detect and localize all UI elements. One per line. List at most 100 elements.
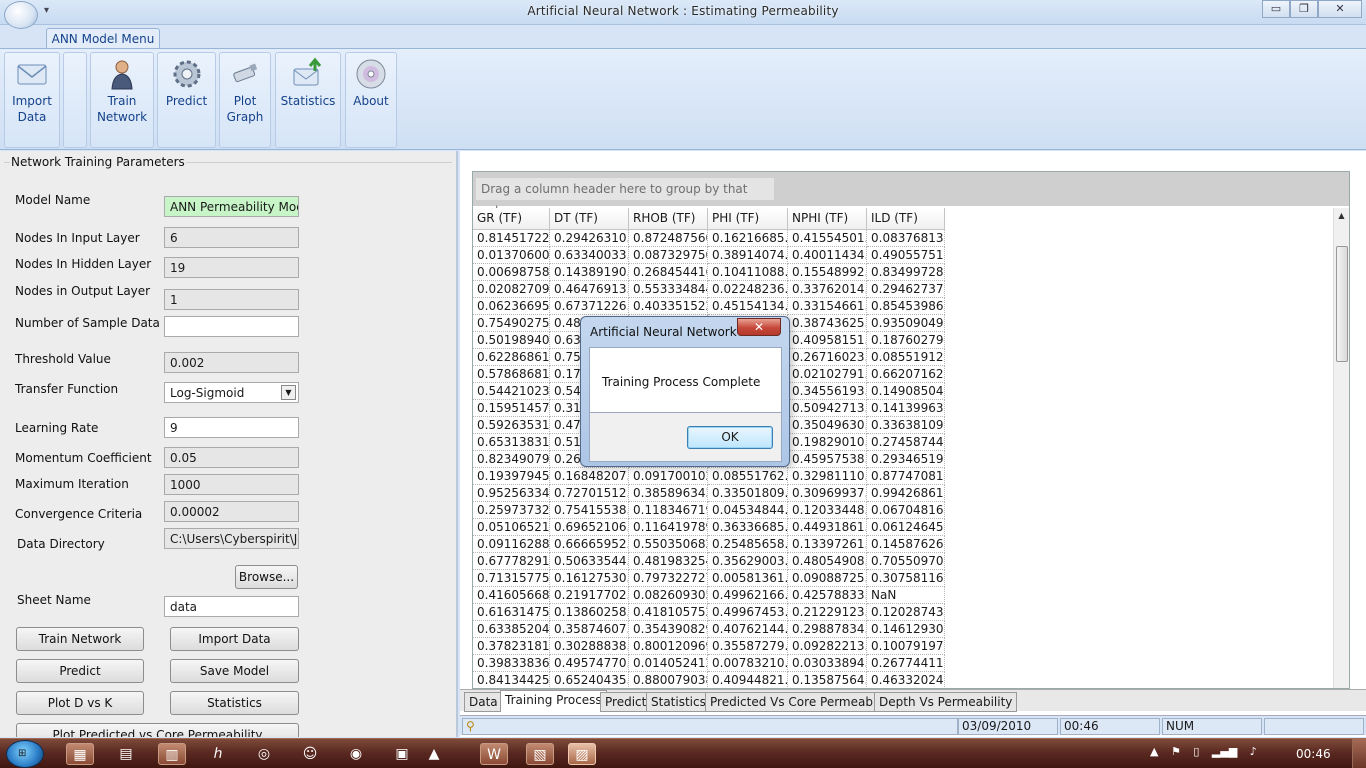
table-cell[interactable]: 0.34556193... xyxy=(788,383,867,400)
table-cell[interactable]: 0.09282213... xyxy=(788,638,867,655)
table-cell[interactable]: 0.57868681... xyxy=(473,366,550,383)
table-cell[interactable]: 0.481983254... xyxy=(629,553,708,570)
table-cell[interactable]: 0.29462737... xyxy=(867,281,945,298)
table-cell[interactable]: 0.19397945... xyxy=(473,468,550,485)
data-directory-field[interactable]: C:\Users\Cyberspirit\Job xyxy=(164,528,299,549)
column-header-nphi[interactable]: NPHI (TF) xyxy=(788,208,867,230)
scroll-up-icon[interactable]: ▲ xyxy=(1334,208,1349,224)
table-cell[interactable]: 0.14612930... xyxy=(867,621,945,638)
table-cell[interactable]: 0.35587279... xyxy=(708,638,788,655)
network-icon[interactable]: ◎ xyxy=(250,743,278,765)
table-cell[interactable]: 0.880079038... xyxy=(629,672,708,688)
tab-statistics[interactable]: Statistics xyxy=(646,692,711,712)
table-row[interactable]: 0.01370600...0.63340033...0.087329750...… xyxy=(473,247,945,264)
table-cell[interactable]: 0.87747081... xyxy=(867,468,945,485)
column-header-rhob[interactable]: RHOB (TF) xyxy=(629,208,708,230)
table-row[interactable]: 0.02082709...0.46476913...0.553334844...… xyxy=(473,281,945,298)
table-cell[interactable]: 0.19829010... xyxy=(788,434,867,451)
table-cell[interactable]: 0.014052412... xyxy=(629,655,708,672)
folder-icon[interactable]: ▤ xyxy=(112,743,140,765)
table-cell[interactable]: 0.26774411... xyxy=(867,655,945,672)
table-row[interactable]: 0.41605668...0.21917702...0.082609305...… xyxy=(473,587,945,604)
table-cell[interactable]: 0.45154134... xyxy=(708,298,788,315)
plot-d-vs-k-button[interactable]: Plot D vs K xyxy=(16,691,144,715)
table-cell[interactable]: 0.403351522... xyxy=(629,298,708,315)
table-cell[interactable]: 0.18760279... xyxy=(867,332,945,349)
table-cell[interactable]: 0.49574770... xyxy=(550,655,629,672)
winrar-icon[interactable]: ▣ xyxy=(388,743,416,765)
momentum-field[interactable]: 0.05 xyxy=(164,447,299,468)
show-desktop-button[interactable] xyxy=(1352,739,1366,768)
table-cell[interactable]: 0.85453986... xyxy=(867,298,945,315)
table-cell[interactable]: 0.75415538... xyxy=(550,502,629,519)
table-cell[interactable]: 0.29346519... xyxy=(867,451,945,468)
signal-icon[interactable]: ▂▄▆ xyxy=(1212,745,1237,758)
chrome-icon[interactable]: ◉ xyxy=(342,743,370,765)
table-cell[interactable]: 0.66665952... xyxy=(550,536,629,553)
table-cell[interactable]: 0.14139963... xyxy=(867,400,945,417)
table-cell[interactable]: 0.10411088... xyxy=(708,264,788,281)
table-cell[interactable]: 0.14389190... xyxy=(550,264,629,281)
table-cell[interactable]: 0.70550970... xyxy=(867,553,945,570)
table-cell[interactable]: 0.99426861... xyxy=(867,485,945,502)
table-row[interactable]: 0.37823181...0.30288838...0.800120969...… xyxy=(473,638,945,655)
table-cell[interactable]: 0.00698758... xyxy=(473,264,550,281)
train-network-button[interactable]: Train Network xyxy=(90,52,154,148)
table-cell[interactable]: 0.71315775... xyxy=(473,570,550,587)
table-cell[interactable]: 0.06704816... xyxy=(867,502,945,519)
table-cell[interactable]: 0.65313831... xyxy=(473,434,550,451)
table-cell[interactable]: 0.41605668... xyxy=(473,587,550,604)
table-cell[interactable]: 0.13587564... xyxy=(788,672,867,688)
table-cell[interactable]: 0.09116288... xyxy=(473,536,550,553)
device-icon[interactable]: ▯ xyxy=(1193,745,1199,758)
table-row[interactable]: 0.00698758...0.14389190...0.268454416...… xyxy=(473,264,945,281)
table-cell[interactable]: 0.32981110... xyxy=(788,468,867,485)
train-network-action-button[interactable]: Train Network xyxy=(16,627,144,651)
table-row[interactable]: 0.09116288...0.66665952...0.550350682...… xyxy=(473,536,945,553)
max-iteration-field[interactable]: 1000 xyxy=(164,474,299,495)
table-cell[interactable]: 0.29887834... xyxy=(788,621,867,638)
table-cell[interactable]: 0.62286861... xyxy=(473,349,550,366)
table-cell[interactable]: 0.82349079... xyxy=(473,451,550,468)
table-cell[interactable]: 0.40958151... xyxy=(788,332,867,349)
learning-rate-field[interactable]: 9 xyxy=(164,417,299,438)
system-tray[interactable]: ▲ ⚑ ▯ ▂▄▆ ♪ xyxy=(1150,745,1266,758)
tab-predicted-vs-core[interactable]: Predicted Vs Core Permeability xyxy=(705,692,900,712)
ribbon-separator-button[interactable] xyxy=(63,52,87,148)
table-cell[interactable]: 0.37823181... xyxy=(473,638,550,655)
table-row[interactable]: 0.05106521...0.69652106...0.116419789...… xyxy=(473,519,945,536)
table-cell[interactable]: 0.08551762... xyxy=(708,468,788,485)
table-cell[interactable]: 0.33762014... xyxy=(788,281,867,298)
table-cell[interactable]: 0.72701512... xyxy=(550,485,629,502)
table-cell[interactable]: 0.45957538... xyxy=(788,451,867,468)
table-cell[interactable]: 0.00783210... xyxy=(708,655,788,672)
table-cell[interactable]: 0.418105752... xyxy=(629,604,708,621)
table-cell[interactable]: 0.46332024... xyxy=(867,672,945,688)
table-cell[interactable]: 0.38743625... xyxy=(788,315,867,332)
table-cell[interactable]: 0.83499728... xyxy=(867,264,945,281)
plot-predicted-vs-core-button[interactable]: Plot Predicted vs Core Permeability xyxy=(16,723,299,737)
table-cell[interactable]: 0.21229123... xyxy=(788,604,867,621)
app-window-icon[interactable]: ▧ xyxy=(526,743,554,765)
table-cell[interactable]: 0.30758116... xyxy=(867,570,945,587)
statistics-action-button[interactable]: Statistics xyxy=(170,691,299,715)
import-data-action-button[interactable]: Import Data xyxy=(170,627,299,651)
table-cell[interactable]: 0.06236695... xyxy=(473,298,550,315)
table-cell[interactable]: 0.81451722... xyxy=(473,230,550,247)
explorer-icon[interactable]: ▦ xyxy=(66,743,94,765)
table-cell[interactable]: 0.082609305... xyxy=(629,587,708,604)
minimize-button[interactable]: ▭ xyxy=(1262,0,1290,18)
table-cell[interactable]: 0.385896343... xyxy=(629,485,708,502)
table-row[interactable]: 0.39833836...0.49574770...0.014052412...… xyxy=(473,655,945,672)
table-cell[interactable]: 0.15951457... xyxy=(473,400,550,417)
table-cell[interactable]: 0.14587626... xyxy=(867,536,945,553)
table-cell[interactable]: 0.550350682... xyxy=(629,536,708,553)
dialog-close-button[interactable]: ✕ xyxy=(737,318,781,336)
save-model-button[interactable]: Save Model xyxy=(170,659,299,683)
table-cell[interactable]: 0.553334844... xyxy=(629,281,708,298)
table-cell[interactable]: 0.44931861... xyxy=(788,519,867,536)
table-cell[interactable]: 0.49055751... xyxy=(867,247,945,264)
table-cell[interactable]: 0.95256334... xyxy=(473,485,550,502)
hidden-layer-field[interactable]: 19 xyxy=(164,257,299,278)
table-cell[interactable]: 0.797322727... xyxy=(629,570,708,587)
